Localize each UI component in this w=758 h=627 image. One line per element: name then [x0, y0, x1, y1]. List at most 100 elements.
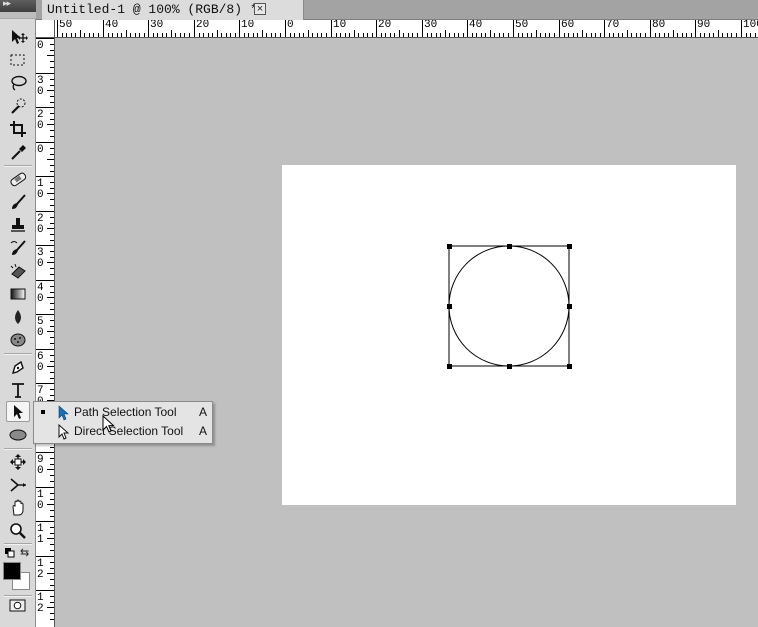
ruler-minor-tick	[358, 33, 359, 37]
ruler-minor-tick	[677, 33, 678, 37]
document-tab[interactable]: Untitled-1 @ 100% (RGB/8) * ×	[42, 0, 304, 20]
ruler-minor-tick	[50, 447, 54, 448]
ruler-label: 1 2	[37, 592, 44, 615]
marquee-tool[interactable]	[6, 49, 30, 70]
transform-bounding-box[interactable]	[448, 245, 570, 367]
ruler-minor-tick	[180, 33, 181, 37]
ruler-minor-tick	[62, 33, 63, 37]
ruler-label: 1 0	[37, 178, 44, 201]
crop-icon	[10, 120, 26, 137]
ruler-minor-tick	[303, 33, 304, 37]
ruler-minor-tick	[50, 372, 54, 373]
ruler-label: 30	[424, 20, 438, 31]
ruler-minor-tick	[636, 33, 637, 37]
toolbox-header-strip[interactable]	[0, 12, 36, 19]
ruler-minor-tick	[354, 30, 355, 37]
ruler-minor-tick	[586, 33, 587, 37]
ruler-minor-tick	[50, 309, 54, 310]
ruler-minor-tick	[522, 33, 523, 37]
ruler-minor-tick	[235, 33, 236, 37]
ruler-minor-tick	[71, 33, 72, 37]
ruler-label: 90	[697, 20, 711, 31]
path-selection-tool[interactable]	[6, 401, 30, 422]
brush-tool[interactable]	[6, 191, 30, 212]
transform-handles[interactable]	[447, 244, 572, 369]
ruler-minor-tick	[50, 320, 54, 321]
ruler-minor-tick	[345, 33, 346, 37]
ruler-minor-tick	[50, 96, 54, 97]
ruler-label: 2 0	[37, 213, 44, 236]
ruler-minor-tick	[673, 30, 674, 37]
ruler-major-tick	[239, 20, 240, 37]
toolbox-separator	[4, 353, 32, 355]
healing-brush-tool[interactable]	[6, 168, 30, 189]
ruler-minor-tick	[390, 33, 391, 37]
crop-tool[interactable]	[6, 118, 30, 139]
ruler-minor-tick	[50, 61, 54, 62]
ruler-minor-tick	[308, 30, 309, 37]
ruler-minor-tick	[431, 33, 432, 37]
ruler-minor-tick	[412, 33, 413, 37]
ruler-minor-tick	[755, 33, 756, 37]
blur-tool[interactable]	[6, 306, 30, 327]
swap-colors-icon[interactable]: ⇆	[20, 546, 29, 559]
ruler-minor-tick	[50, 85, 54, 86]
ruler-minor-tick	[50, 337, 54, 338]
ruler-minor-tick	[226, 33, 227, 37]
gradient-tool[interactable]	[6, 283, 30, 304]
ruler-minor-tick	[595, 33, 596, 37]
ruler-minor-tick	[50, 251, 54, 252]
ruler-minor-tick	[582, 30, 583, 37]
ruler-major-tick	[36, 107, 54, 108]
3d-rotate-tool[interactable]	[6, 451, 30, 472]
ruler-minor-tick	[691, 33, 692, 37]
history-brush-tool[interactable]	[6, 237, 30, 258]
ruler-minor-tick	[47, 469, 54, 470]
quick-selection-tool[interactable]	[6, 95, 30, 116]
ruler-minor-tick	[50, 361, 54, 362]
ruler-minor-tick	[262, 30, 263, 37]
ruler-minor-tick	[609, 33, 610, 37]
ruler-minor-tick	[93, 33, 94, 37]
clone-stamp-tool[interactable]	[6, 214, 30, 235]
ruler-minor-tick	[549, 33, 550, 37]
ruler-label: 0	[287, 20, 294, 31]
ruler-minor-tick	[126, 30, 127, 37]
dodge-tool[interactable]	[6, 329, 30, 350]
ruler-minor-tick	[704, 33, 705, 37]
collapse-arrows-icon[interactable]: ▸▸	[3, 0, 11, 9]
hand-tool[interactable]	[6, 497, 30, 518]
type-tool[interactable]	[6, 379, 30, 400]
ruler-minor-tick	[613, 33, 614, 37]
ruler-minor-tick	[244, 33, 245, 37]
zoom-tool[interactable]	[6, 520, 30, 541]
close-tab-icon[interactable]: ×	[254, 3, 266, 15]
toolbox-grip[interactable]: ▸▸	[0, 0, 36, 12]
ruler-major-tick	[513, 20, 514, 37]
flyout-item-direct-selection[interactable]: Direct Selection Tool A	[34, 422, 212, 441]
lasso-tool[interactable]	[6, 72, 30, 93]
document-canvas[interactable]	[282, 165, 736, 505]
eraser-tool[interactable]	[6, 260, 30, 281]
ruler-minor-tick	[84, 33, 85, 37]
vertical-ruler[interactable]: 03 02 001 02 03 04 05 06 07 08 09 01 01 …	[36, 38, 55, 627]
ellipse-tool[interactable]	[6, 424, 30, 445]
move-tool[interactable]	[6, 26, 30, 47]
ruler-minor-tick	[463, 33, 464, 37]
horizontal-ruler[interactable]: 50403020100102030405060708090100	[55, 20, 758, 38]
quick-mask-icon[interactable]	[9, 599, 27, 617]
ruler-minor-tick	[367, 33, 368, 37]
ruler-minor-tick	[280, 33, 281, 37]
ruler-minor-tick	[50, 596, 54, 597]
ruler-minor-tick	[80, 30, 81, 37]
ruler-minor-tick	[476, 33, 477, 37]
flyout-item-path-selection[interactable]: Path Selection Tool A	[34, 403, 212, 422]
circle-path[interactable]	[282, 165, 736, 505]
foreground-color-swatch[interactable]	[3, 562, 21, 580]
eyedropper-tool[interactable]	[6, 141, 30, 162]
ruler-minor-tick	[50, 510, 54, 511]
3d-camera-tool[interactable]	[6, 474, 30, 495]
ruler-major-tick	[103, 20, 104, 37]
pen-tool[interactable]	[6, 356, 30, 377]
ruler-origin[interactable]	[36, 20, 55, 38]
